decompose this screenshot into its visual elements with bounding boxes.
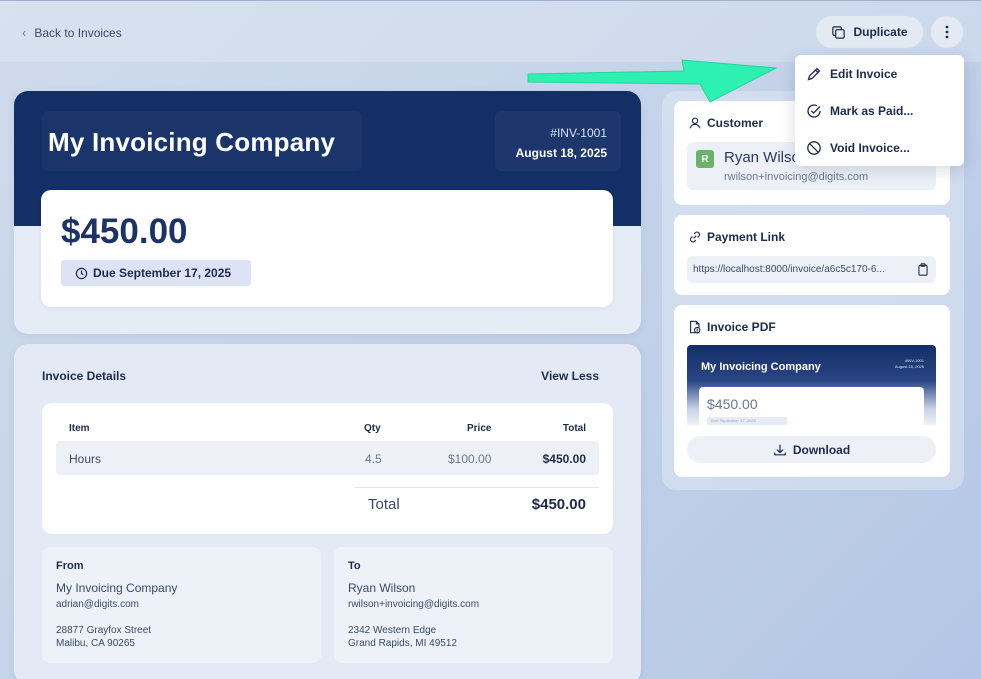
from-city: Malibu, CA 90265 (56, 638, 135, 649)
invoice-details-card: Invoice Details View Less Item Qty Price… (14, 344, 641, 679)
download-label: Download (792, 442, 851, 457)
row-total: $450.00 (542, 452, 586, 466)
row-qty: 4.5 (365, 452, 382, 466)
menu-item-label: Edit Invoice (830, 66, 898, 81)
invoice-meta: #INV-1001 August 18, 2025 (495, 111, 621, 171)
payment-link-heading-label: Payment Link (707, 230, 786, 244)
menu-item-edit-invoice[interactable]: Edit Invoice (795, 55, 964, 92)
clock-icon (75, 267, 88, 279)
due-date-badge: Due September 17, 2025 (61, 260, 251, 286)
customer-heading-label: Customer (707, 116, 764, 130)
invoice-pdf-heading-label: Invoice PDF (707, 320, 776, 334)
invoice-summary-card: My Invoicing Company #INV-1001 August 18… (14, 91, 641, 334)
due-date-label: Due September 17, 2025 (93, 266, 232, 280)
pdf-company-name: My Invoicing Company (701, 361, 821, 373)
annotation-arrow (527, 59, 778, 103)
back-to-invoices-link[interactable]: ‹ Back to Invoices (22, 25, 122, 40)
duplicate-label: Duplicate (853, 25, 908, 39)
to-title: To (348, 560, 361, 572)
pdf-amount-card: $450.00 Due September 17, 2025 (699, 387, 924, 425)
pdf-preview[interactable]: My Invoicing Company #INV-1001 August 18… (687, 345, 936, 425)
payment-link-heading: Payment Link (688, 230, 785, 244)
customer-heading: Customer (688, 116, 763, 130)
ban-icon (807, 140, 821, 155)
customer-email: rwilson+invoicing@digits.com (724, 171, 869, 183)
column-header-price: Price (467, 423, 492, 434)
invoice-pdf-card: Invoice PDF My Invoicing Company #INV-10… (674, 305, 950, 477)
from-address-card: From My Invoicing Company adrian@digits.… (42, 547, 321, 663)
duplicate-button[interactable]: Duplicate (815, 15, 924, 49)
view-less-button[interactable]: View Less (541, 369, 599, 383)
check-circle-icon (807, 103, 821, 118)
row-price: $100.00 (448, 452, 492, 466)
to-city: Grand Rapids, MI 49512 (348, 638, 457, 649)
column-header-item: Item (69, 423, 90, 434)
to-name: Ryan Wilson (348, 581, 416, 595)
options-menu: Edit Invoice Mark as Paid... Void Invoic… (795, 55, 964, 166)
download-button[interactable]: Download (687, 436, 936, 463)
more-options-button[interactable] (930, 15, 964, 49)
amount-card: $450.00 Due September 17, 2025 (41, 190, 613, 307)
line-items-table: Item Qty Price Total Hours 4.5 $100.00 $… (42, 403, 613, 534)
payment-link-card: Payment Link https://localhost:8000/invo… (674, 215, 950, 295)
payment-link-url: https://localhost:8000/invoice/a6c5c170-… (693, 264, 885, 275)
to-email: rwilson+invoicing@digits.com (348, 599, 480, 610)
company-name: My Invoicing Company (48, 127, 336, 157)
total-divider (354, 487, 599, 488)
menu-item-label: Void Invoice... (830, 140, 910, 155)
row-item: Hours (69, 452, 102, 466)
payment-link-field[interactable]: https://localhost:8000/invoice/a6c5c170-… (687, 256, 936, 283)
column-header-total: Total (562, 423, 586, 434)
column-header-qty: Qty (364, 423, 381, 434)
invoice-amount: $450.00 (61, 212, 188, 251)
invoice-pdf-heading: Invoice PDF (688, 320, 776, 334)
table-row (56, 441, 599, 475)
pencil-icon (807, 67, 821, 80)
link-icon (690, 231, 700, 243)
user-icon (689, 117, 701, 129)
pdf-due-badge: Due September 17, 2025 (707, 417, 787, 425)
menu-item-mark-as-paid[interactable]: Mark as Paid... (795, 92, 964, 129)
invoice-date: August 18, 2025 (515, 146, 607, 160)
invoice-number: #INV-1001 (550, 126, 607, 140)
menu-item-label: Mark as Paid... (830, 103, 914, 118)
from-street: 28877 Grayfox Street (56, 625, 152, 636)
pdf-amount: $450.00 (707, 396, 758, 412)
avatar: R (696, 150, 714, 168)
download-icon (773, 444, 786, 455)
back-link-label: Back to Invoices (34, 25, 122, 40)
clipboard-icon[interactable] (917, 263, 929, 276)
to-street: 2342 Western Edge (348, 625, 437, 636)
menu-item-void-invoice[interactable]: Void Invoice... (795, 129, 964, 166)
copy-icon (832, 25, 846, 39)
more-vertical-icon (945, 25, 949, 39)
from-title: From (56, 560, 84, 572)
document-dollar-icon (690, 320, 701, 334)
pdf-meta: #INV-1001 August 18, 2025 (895, 358, 924, 370)
from-email: adrian@digits.com (56, 599, 139, 610)
pdf-invoice-date: August 18, 2025 (894, 364, 924, 369)
total-value: $450.00 (531, 496, 586, 513)
top-bar: ‹ Back to Invoices Duplicate (0, 0, 981, 62)
to-address-card: To Ryan Wilson rwilson+invoicing@digits.… (334, 547, 613, 663)
chevron-left-icon: ‹ (22, 25, 27, 40)
total-label: Total (368, 496, 400, 513)
invoice-details-title: Invoice Details (42, 369, 127, 383)
from-name: My Invoicing Company (56, 581, 178, 595)
